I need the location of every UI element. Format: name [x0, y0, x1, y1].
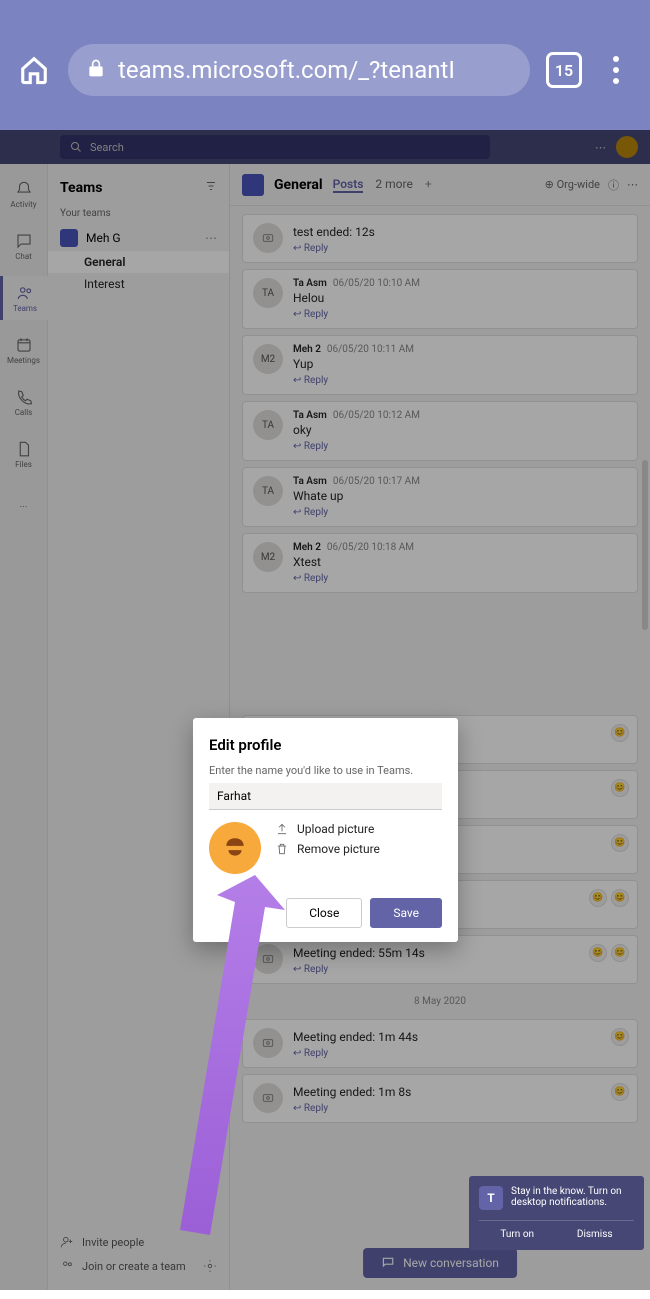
date-separator: 8 May 2020 [242, 996, 638, 1007]
message-item[interactable]: Meeting ended: 1m 44s↩ Reply😊 [242, 1019, 638, 1068]
sidebar-team[interactable]: Meh G⋯ [48, 225, 229, 251]
rail-more-icon[interactable]: ⋯ [0, 484, 48, 528]
toast-text: Stay in the know. Turn on desktop notifi… [511, 1186, 634, 1208]
remove-picture-button[interactable]: Remove picture [275, 842, 380, 856]
sidebar-channel-interest[interactable]: Interest [48, 273, 229, 295]
message-item[interactable]: TATa Asm06/05/20 10:10 AMHelou↩ Reply [242, 269, 638, 329]
reply-button[interactable]: ↩ Reply [293, 1103, 627, 1114]
message-avatar: TA [253, 476, 283, 506]
message-item[interactable]: M2Meh 206/05/20 10:11 AMYup↩ Reply [242, 335, 638, 395]
name-input[interactable] [209, 783, 442, 810]
rail-activity[interactable]: Activity [0, 172, 48, 216]
rail-files[interactable]: Files [0, 432, 48, 476]
save-button[interactable]: Save [370, 898, 442, 928]
teams-logo-icon: T [479, 1186, 503, 1210]
lock-icon [86, 56, 106, 84]
profile-avatar [209, 822, 261, 874]
reply-button[interactable]: ↩ Reply [293, 375, 627, 386]
reply-button[interactable]: ↩ Reply [293, 309, 627, 320]
message-avatar: TA [253, 410, 283, 440]
message-item[interactable]: test ended: 12s↩ Reply [242, 214, 638, 263]
status-bar [0, 0, 650, 40]
tabs-count-badge[interactable]: 15 [546, 52, 582, 88]
reply-button[interactable]: ↩ Reply [293, 1048, 627, 1059]
message-avatar [253, 223, 283, 253]
search-placeholder: Search [90, 141, 124, 154]
modal-subtitle: Enter the name you'd like to use in Team… [209, 764, 442, 777]
new-conversation-button[interactable]: New conversation [363, 1248, 517, 1278]
rail-chat[interactable]: Chat [0, 224, 48, 268]
invite-people[interactable]: Invite people [60, 1230, 217, 1254]
reaction-badge[interactable]: 😊 [611, 944, 629, 962]
notification-toast: T Stay in the know. Turn on desktop noti… [469, 1176, 644, 1250]
address-bar[interactable]: teams.microsoft.com/_?tenantI [68, 44, 530, 96]
message-item[interactable]: TATa Asm06/05/20 10:17 AMWhate up↩ Reply [242, 467, 638, 527]
message-avatar [253, 944, 283, 974]
reaction-badge[interactable]: 😊 [611, 724, 629, 742]
channel-more-icon[interactable]: ⋯ [627, 178, 638, 191]
sidebar-section: Your teams [48, 202, 229, 225]
upload-icon [275, 822, 289, 836]
add-tab-icon[interactable]: + [425, 177, 432, 193]
rail-teams[interactable]: Teams [0, 276, 48, 320]
scrollbar[interactable] [642, 460, 648, 630]
sidebar-channel-general[interactable]: General [48, 251, 229, 273]
teams-app: Search ⋯ Activity Chat Teams Meetings Ca… [0, 130, 650, 1290]
message-avatar: M2 [253, 344, 283, 374]
app-rail: Activity Chat Teams Meetings Calls Files… [0, 164, 48, 1290]
tab-more[interactable]: 2 more [375, 177, 412, 193]
filter-icon[interactable] [205, 180, 217, 196]
search-input[interactable]: Search [60, 135, 490, 159]
tab-posts[interactable]: Posts [333, 177, 364, 193]
team-icon [60, 229, 78, 247]
modal-title: Edit profile [209, 736, 442, 754]
message-avatar [253, 1028, 283, 1058]
message-item[interactable]: M2Meh 206/05/20 10:18 AMXtest↩ Reply [242, 533, 638, 593]
org-wide-label[interactable]: ⊕ Org-wide [545, 178, 600, 191]
reaction-badge[interactable]: 😊 [611, 779, 629, 797]
channel-title: General [274, 177, 323, 193]
sidebar-title: Teams [60, 180, 102, 196]
info-icon[interactable]: ⓘ [608, 177, 619, 193]
turn-on-button[interactable]: Turn on [500, 1229, 534, 1240]
message-item[interactable]: Meeting ended: 55m 14s↩ Reply😊😊 [242, 935, 638, 984]
message-avatar: M2 [253, 542, 283, 572]
edit-profile-modal: Edit profile Enter the name you'd like t… [193, 718, 458, 942]
reaction-badge[interactable]: 😊 [589, 889, 607, 907]
channel-icon [242, 174, 264, 196]
url-text: teams.microsoft.com/_?tenantI [118, 56, 455, 84]
message-item[interactable]: TATa Asm06/05/20 10:12 AMoky↩ Reply [242, 401, 638, 461]
message-avatar: TA [253, 278, 283, 308]
rail-meetings[interactable]: Meetings [0, 328, 48, 372]
trash-icon [275, 842, 289, 856]
app-topbar: Search ⋯ [0, 130, 650, 164]
reaction-badge[interactable]: 😊 [611, 1028, 629, 1046]
close-button[interactable]: Close [286, 898, 362, 928]
user-avatar[interactable] [616, 136, 638, 158]
rail-calls[interactable]: Calls [0, 380, 48, 424]
browser-chrome: teams.microsoft.com/_?tenantI 15 [0, 0, 650, 130]
reaction-badge[interactable]: 😊 [611, 834, 629, 852]
dismiss-button[interactable]: Dismiss [577, 1229, 613, 1240]
reaction-badge[interactable]: 😊 [611, 1083, 629, 1101]
reply-button[interactable]: ↩ Reply [293, 243, 627, 254]
message-avatar [253, 1083, 283, 1113]
channel-header: General Posts 2 more + ⊕ Org-wide ⓘ ⋯ [230, 164, 650, 206]
browser-menu-icon[interactable] [598, 56, 634, 84]
upload-picture-button[interactable]: Upload picture [275, 822, 380, 836]
team-more-icon[interactable]: ⋯ [205, 231, 217, 245]
reply-button[interactable]: ↩ Reply [293, 441, 627, 452]
reply-button[interactable]: ↩ Reply [293, 964, 627, 975]
reply-button[interactable]: ↩ Reply [293, 507, 627, 518]
join-create-team[interactable]: Join or create a team [60, 1254, 217, 1278]
reaction-badge[interactable]: 😊 [589, 944, 607, 962]
command-icon[interactable]: ⋯ [595, 141, 606, 154]
reply-button[interactable]: ↩ Reply [293, 573, 627, 584]
message-item[interactable]: Meeting ended: 1m 8s↩ Reply😊 [242, 1074, 638, 1123]
reaction-badge[interactable]: 😊 [611, 889, 629, 907]
home-icon[interactable] [16, 52, 52, 88]
